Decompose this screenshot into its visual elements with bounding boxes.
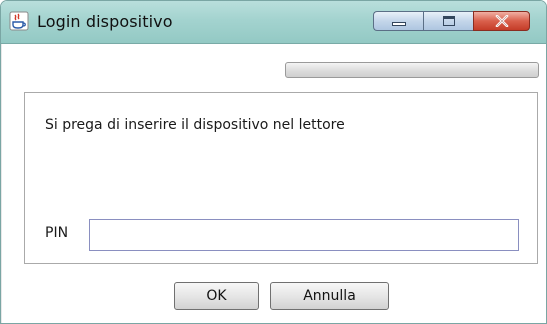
close-button[interactable]	[473, 11, 530, 31]
login-dialog-window: Login dispositivo Si prega di inserire i…	[0, 0, 547, 324]
maximize-icon	[442, 16, 455, 26]
minimize-icon	[391, 22, 406, 26]
pin-label: PIN	[45, 225, 69, 241]
pin-input[interactable]	[89, 219, 519, 251]
progress-bar	[285, 62, 539, 78]
instruction-message: Si prega di inserire il dispositivo nel …	[45, 117, 345, 133]
title-bar[interactable]: Login dispositivo	[1, 1, 546, 44]
close-icon	[495, 15, 508, 27]
dialog-content: Si prega di inserire il dispositivo nel …	[1, 44, 546, 323]
window-controls	[373, 11, 538, 33]
maximize-button[interactable]	[423, 11, 473, 31]
cancel-button[interactable]: Annulla	[270, 282, 389, 310]
window-title: Login dispositivo	[37, 12, 173, 31]
login-panel: Si prega di inserire il dispositivo nel …	[24, 92, 538, 264]
minimize-button[interactable]	[373, 11, 423, 31]
ok-button[interactable]: OK	[174, 282, 259, 310]
java-cup-icon	[9, 11, 29, 31]
